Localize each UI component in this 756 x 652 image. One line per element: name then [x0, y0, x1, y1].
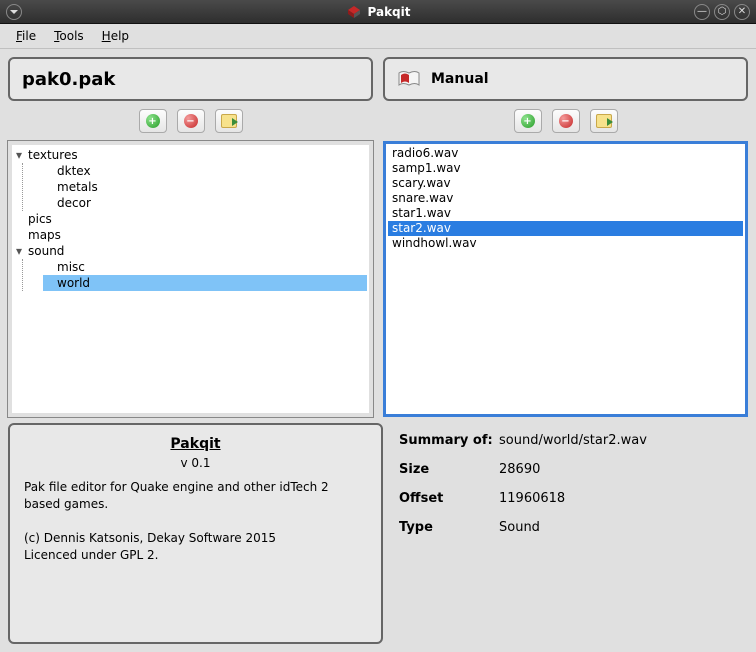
pak-header: pak0.pak	[8, 57, 373, 101]
export-button-right[interactable]	[590, 109, 618, 133]
close-button[interactable]: ✕	[734, 4, 750, 20]
summary-box: Summary of: sound/world/star2.wav Size 2…	[393, 423, 748, 644]
tree-item-dktex[interactable]: dktex	[43, 163, 367, 179]
list-item[interactable]: windhowl.wav	[388, 236, 743, 251]
summary-path: sound/world/star2.wav	[499, 433, 742, 448]
menubar: File Tools Help	[0, 24, 756, 49]
list-item[interactable]: scary.wav	[388, 176, 743, 191]
about-version: v 0.1	[24, 455, 367, 472]
list-item[interactable]: radio6.wav	[388, 146, 743, 161]
menu-help[interactable]: Help	[94, 26, 137, 46]
tree-item-misc[interactable]: misc	[43, 259, 367, 275]
summary-type: Sound	[499, 520, 742, 535]
summary-offset-label: Offset	[399, 491, 499, 506]
right-panel: Manual + − radio6.wavsamp1.wavscary.wavs…	[383, 57, 748, 417]
about-box: Pakqit v 0.1 Pak file editor for Quake e…	[8, 423, 383, 644]
menu-tools[interactable]: Tools	[46, 26, 92, 46]
titlebar: Pakqit — ⬡ ✕	[0, 0, 756, 24]
export-button-left[interactable]	[215, 109, 243, 133]
summary-offset: 11960618	[499, 491, 742, 506]
about-copyright: (c) Dennis Katsonis, Dekay Software 2015	[24, 530, 367, 547]
tree-item-decor[interactable]: decor	[43, 195, 367, 211]
maximize-button[interactable]: ⬡	[714, 4, 730, 20]
list-item[interactable]: star1.wav	[388, 206, 743, 221]
minus-icon: −	[559, 114, 573, 128]
window-title: Pakqit	[368, 5, 411, 19]
manual-header: Manual	[383, 57, 748, 101]
menu-file[interactable]: File	[8, 26, 44, 46]
tree-item-sound[interactable]: ▾sound	[14, 243, 367, 259]
add-button-left[interactable]: +	[139, 109, 167, 133]
summary-size: 28690	[499, 462, 742, 477]
about-license: Licenced under GPL 2.	[24, 547, 367, 564]
list-item[interactable]: samp1.wav	[388, 161, 743, 176]
summary-heading: Summary of:	[399, 433, 499, 448]
about-description: Pak file editor for Quake engine and oth…	[24, 479, 367, 513]
file-list[interactable]: radio6.wavsamp1.wavscary.wavsnare.wavsta…	[383, 141, 748, 417]
summary-size-label: Size	[399, 462, 499, 477]
tree-item-pics[interactable]: pics	[14, 211, 367, 227]
remove-button-right[interactable]: −	[552, 109, 580, 133]
summary-type-label: Type	[399, 520, 499, 535]
add-button-right[interactable]: +	[514, 109, 542, 133]
export-icon	[221, 114, 237, 128]
minus-icon: −	[184, 114, 198, 128]
left-toolbar: + −	[8, 107, 373, 135]
remove-button-left[interactable]: −	[177, 109, 205, 133]
minimize-button[interactable]: —	[694, 4, 710, 20]
book-icon	[397, 69, 421, 89]
right-toolbar: + −	[383, 107, 748, 135]
about-title: Pakqit	[24, 435, 367, 455]
folder-tree[interactable]: ▾texturesdktexmetalsdecorpicsmaps▾soundm…	[8, 141, 373, 417]
tree-item-textures[interactable]: ▾textures	[14, 147, 367, 163]
list-item[interactable]: star2.wav	[388, 221, 743, 236]
list-item[interactable]: snare.wav	[388, 191, 743, 206]
manual-label: Manual	[431, 71, 489, 87]
left-panel: pak0.pak + − ▾texturesdktexmetalsdecorpi…	[8, 57, 373, 417]
app-icon	[346, 4, 362, 20]
tree-item-maps[interactable]: maps	[14, 227, 367, 243]
tree-item-world[interactable]: world	[43, 275, 367, 291]
tree-item-metals[interactable]: metals	[43, 179, 367, 195]
window-menu-button[interactable]	[6, 4, 22, 20]
export-icon	[596, 114, 612, 128]
plus-icon: +	[521, 114, 535, 128]
pak-filename: pak0.pak	[22, 69, 115, 90]
plus-icon: +	[146, 114, 160, 128]
